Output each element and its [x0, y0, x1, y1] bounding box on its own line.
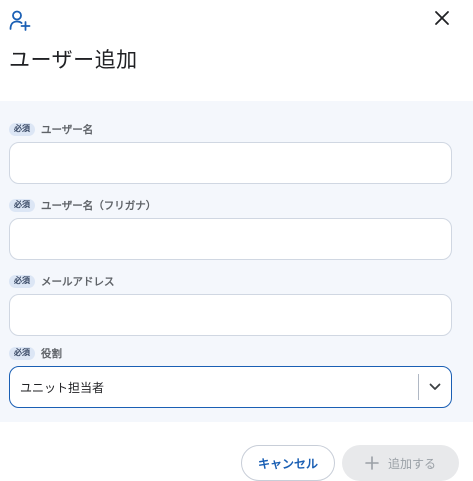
username-kana-field-group: 必須 ユーザー名（フリガナ）: [9, 198, 452, 260]
email-input[interactable]: [9, 294, 452, 336]
email-label: メールアドレス: [41, 275, 115, 288]
role-select-value: ユニット担当者: [20, 380, 105, 395]
required-badge: 必須: [9, 122, 35, 136]
close-icon: [434, 10, 450, 30]
username-field-group: 必須 ユーザー名: [9, 122, 452, 184]
chevron-down-icon[interactable]: [419, 367, 451, 407]
required-badge: 必須: [9, 274, 35, 288]
required-badge: 必須: [9, 198, 35, 212]
required-badge: 必須: [9, 346, 35, 360]
add-user-button[interactable]: 追加する: [342, 445, 459, 481]
cancel-button[interactable]: キャンセル: [241, 445, 335, 481]
role-label: 役割: [41, 347, 62, 360]
plus-icon: [365, 456, 379, 470]
role-select[interactable]: ユニット担当者: [9, 366, 452, 408]
email-field-group: 必須 メールアドレス: [9, 274, 452, 336]
username-kana-input[interactable]: [9, 218, 452, 260]
form-panel: 必須 ユーザー名 必須 ユーザー名（フリガナ） 必須 メールアドレス 必須 役割…: [0, 101, 473, 422]
dialog-title: ユーザー追加: [9, 48, 138, 72]
add-user-button-label: 追加する: [387, 456, 436, 471]
username-kana-label: ユーザー名（フリガナ）: [41, 199, 157, 212]
close-button[interactable]: [430, 8, 454, 32]
username-label: ユーザー名: [41, 123, 94, 136]
username-input[interactable]: [9, 142, 452, 184]
add-user-icon: [9, 9, 31, 31]
role-field-group: 必須 役割 ユニット担当者: [9, 346, 452, 408]
